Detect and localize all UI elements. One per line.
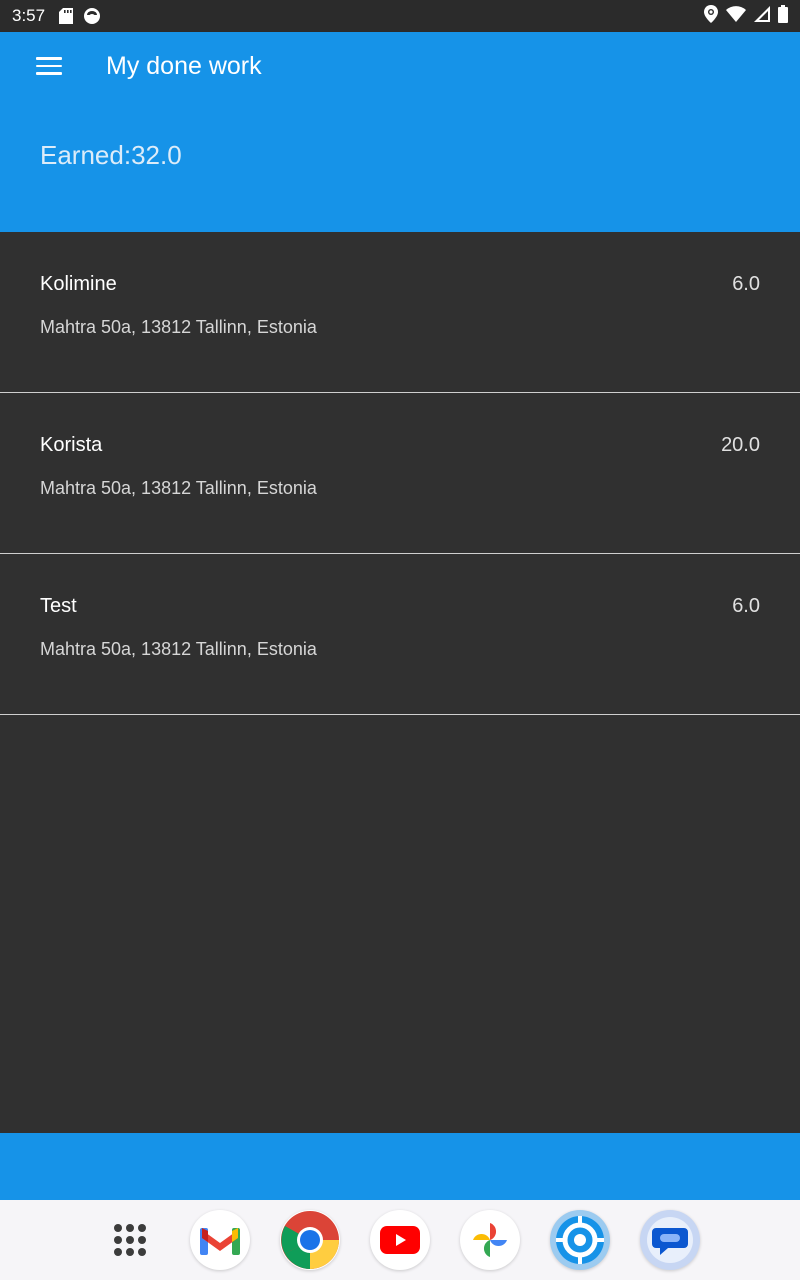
battery-icon (778, 4, 788, 28)
list-item[interactable]: Kolimine 6.0 Mahtra 50a, 13812 Tallinn, … (0, 232, 800, 393)
sd-card-icon (59, 8, 74, 24)
app-drawer-icon[interactable] (100, 1210, 160, 1270)
wifi-icon (726, 5, 746, 27)
job-name: Kolimine (40, 273, 117, 295)
job-amount: 6.0 (732, 273, 760, 295)
job-address: Mahtra 50a, 13812 Tallinn, Estonia (40, 639, 317, 659)
menu-icon (36, 57, 62, 75)
app-dock (0, 1200, 800, 1280)
status-bar: 3:57 (0, 0, 800, 32)
notification-icon (83, 7, 101, 25)
page-title: My done work (106, 51, 262, 80)
job-amount: 20.0 (721, 434, 760, 456)
job-amount: 6.0 (732, 595, 760, 617)
signal-icon (754, 5, 770, 27)
job-address: Mahtra 50a, 13812 Tallinn, Estonia (40, 317, 317, 337)
photos-icon[interactable] (460, 1210, 520, 1270)
chrome-icon[interactable] (280, 1210, 340, 1270)
job-name: Test (40, 595, 77, 617)
location-icon (704, 4, 718, 28)
messages-icon[interactable] (640, 1210, 700, 1270)
youtube-icon[interactable] (370, 1210, 430, 1270)
list-item[interactable]: Test 6.0 Mahtra 50a, 13812 Tallinn, Esto… (0, 554, 800, 715)
job-name: Korista (40, 434, 103, 456)
gmail-icon[interactable] (190, 1210, 250, 1270)
job-address: Mahtra 50a, 13812 Tallinn, Estonia (40, 478, 317, 498)
status-time: 3:57 (12, 6, 46, 25)
app-bar: My done work (0, 32, 800, 100)
earnings-summary: Earned:32.0 (0, 100, 800, 232)
target-app-icon[interactable] (550, 1210, 610, 1270)
earned-total: Earned:32.0 (40, 140, 182, 170)
bottom-bar (0, 1133, 800, 1200)
list-item[interactable]: Korista 20.0 Mahtra 50a, 13812 Tallinn, … (0, 393, 800, 554)
menu-button[interactable] (0, 32, 98, 100)
done-work-list: Kolimine 6.0 Mahtra 50a, 13812 Tallinn, … (0, 232, 800, 715)
